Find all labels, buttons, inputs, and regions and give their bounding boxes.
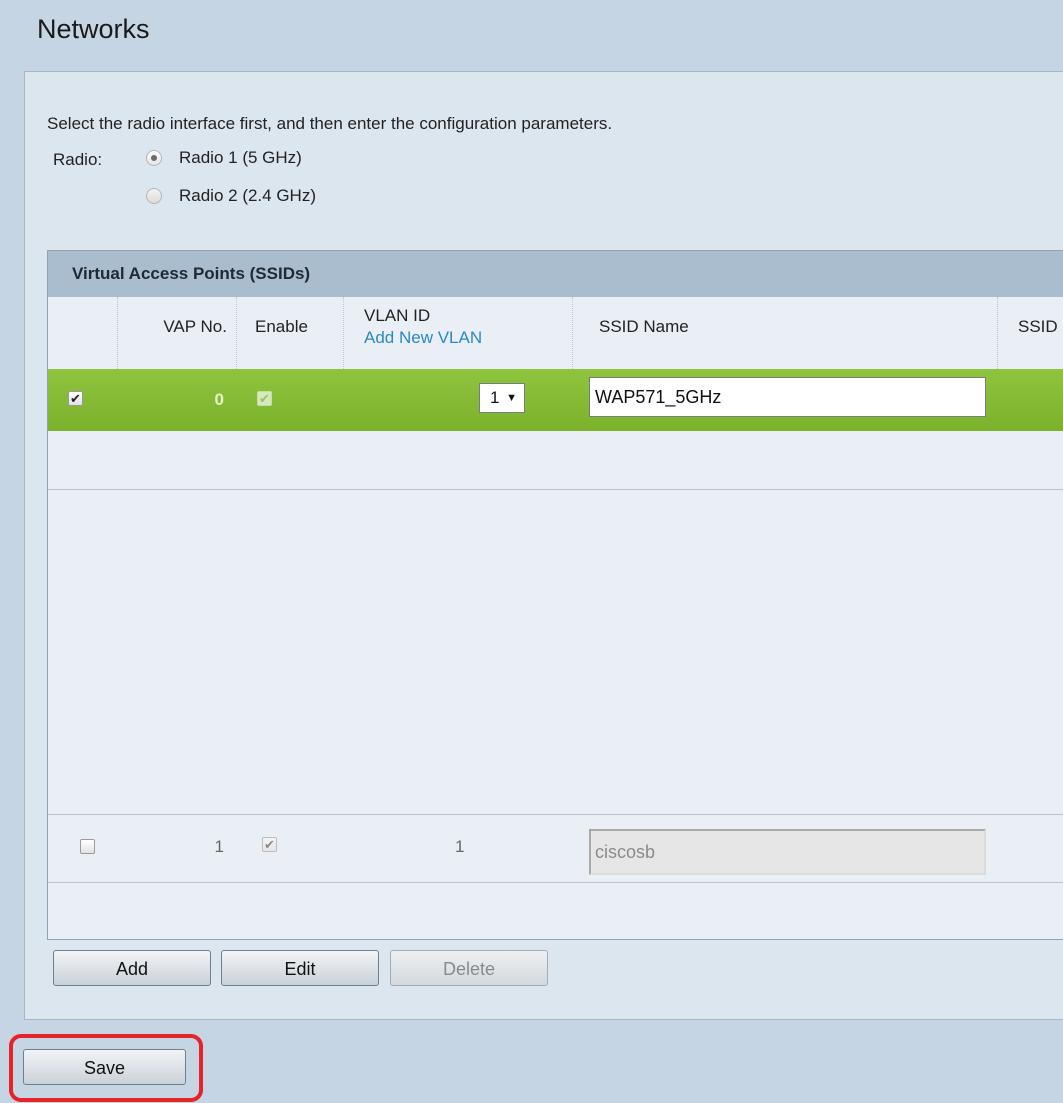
row-select-checkbox[interactable]: [80, 839, 95, 854]
save-highlight-annotation: [9, 1034, 203, 1102]
instructions-text: Select the radio interface first, and th…: [47, 114, 613, 133]
page-title: Networks: [37, 14, 150, 44]
vap-table-title: Virtual Access Points (SSIDs): [48, 251, 1063, 297]
delete-button[interactable]: Delete: [390, 950, 548, 986]
table-footer-row: [48, 883, 1063, 939]
radio-label: Radio:: [53, 150, 103, 169]
enable-checkbox: ✔: [262, 837, 277, 852]
radio-option-label: Radio 2 (2.4 GHz): [179, 186, 316, 205]
vlan-id-column-header: VLAN ID Add New VLAN: [344, 297, 573, 369]
vlan-id-header-label: VLAN ID: [364, 306, 431, 325]
edit-button[interactable]: Edit: [221, 950, 379, 986]
ssid-broadcast-column-header: SSID: [998, 297, 1063, 369]
add-button[interactable]: Add: [53, 950, 211, 986]
ssid-cut-header-label: SSID: [1018, 317, 1058, 336]
table-row[interactable]: ✔ 0 ✔ 1 ▼ WAP571_5GHz: [48, 369, 1063, 431]
enable-checkbox: ✔: [257, 391, 272, 406]
table-row[interactable]: 1 ✔ 1 ciscosb: [48, 815, 1063, 883]
ssid-name-input[interactable]: WAP571_5GHz: [589, 377, 986, 417]
vlan-id-select[interactable]: 1 ▼: [479, 383, 525, 413]
vap-number: 1: [214, 837, 224, 856]
radio-option-1[interactable]: Radio 1 (5 GHz): [146, 148, 302, 168]
add-new-vlan-link[interactable]: Add New VLAN: [364, 328, 482, 348]
empty-table-area: [48, 490, 1063, 815]
column-header-row: VAP No. Enable VLAN ID Add New VLAN SSID…: [48, 297, 1063, 370]
radio-button[interactable]: [146, 188, 162, 204]
row-select-checkbox[interactable]: ✔: [68, 391, 83, 406]
vap-number: 0: [214, 390, 224, 409]
empty-row: [48, 431, 1063, 490]
vlan-id-value: 1: [490, 388, 500, 407]
radio-dot: [151, 155, 157, 161]
vap-no-column-header: VAP No.: [118, 297, 237, 369]
ssid-name-header-label: SSID Name: [599, 317, 689, 336]
radio-button-selected[interactable]: [146, 150, 162, 166]
enable-header-label: Enable: [255, 317, 308, 336]
radio-option-label: Radio 1 (5 GHz): [179, 148, 302, 167]
select-column-header: [48, 297, 118, 369]
enable-column-header: Enable: [237, 297, 344, 369]
ssid-name-field-disabled: ciscosb: [589, 829, 986, 875]
radio-option-2[interactable]: Radio 2 (2.4 GHz): [146, 186, 316, 206]
chevron-down-icon: ▼: [506, 392, 517, 404]
vap-no-header-label: VAP No.: [163, 317, 227, 336]
vap-table: Virtual Access Points (SSIDs) VAP No. En…: [47, 250, 1063, 940]
ssid-name-column-header: SSID Name: [573, 297, 998, 369]
vlan-id-value: 1: [455, 837, 465, 856]
